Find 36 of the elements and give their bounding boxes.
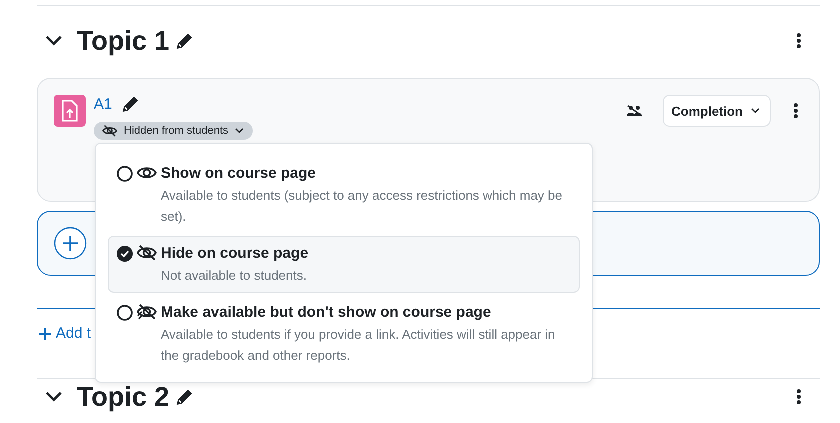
- activity-link[interactable]: A1: [94, 96, 112, 112]
- visibility-option[interactable]: Hide on course page Not available to students.: [108, 236, 580, 293]
- group-icon[interactable]: [626, 105, 642, 117]
- option-title: Show on course page: [161, 164, 318, 184]
- chevron-icon[interactable]: [45, 391, 63, 403]
- more-options-icon[interactable]: [793, 103, 799, 119]
- caret-icon: [234, 128, 244, 134]
- chevron-icon[interactable]: [45, 35, 63, 47]
- pencil-icon[interactable]: [122, 96, 140, 112]
- completion-dropdown[interactable]: Completion: [662, 95, 771, 127]
- option-title: Make available but don't show on course page: [161, 303, 492, 323]
- option-title: Hide on course page: [161, 244, 309, 264]
- radio-button[interactable]: [117, 166, 133, 182]
- add-topic-link[interactable]: Add t: [39, 325, 92, 342]
- file-upload-icon: [54, 95, 86, 127]
- option-description: Available to students (subject to any access restrictions which may be set).: [161, 187, 564, 226]
- visibility-option[interactable]: Make available but don't show on course page Available to students if you provide a link. Activities will still appear in the gradebook and other reports.: [108, 295, 580, 373]
- eye-slash-icon: [137, 245, 157, 261]
- visibility-option[interactable]: Show on course page Available to students (subject to any access restrictions which may be set).: [108, 156, 580, 234]
- pencil-icon[interactable]: [176, 32, 193, 50]
- topic-title: Topic 1: [77, 26, 170, 56]
- pencil-icon[interactable]: [176, 388, 193, 406]
- option-description: Not available to students.: [161, 267, 308, 285]
- more-options-icon[interactable]: [796, 33, 802, 49]
- option-description: Available to students if you provide a link. Activities will still appear in the gradebook and other reports.: [161, 326, 556, 365]
- eye-icon: [137, 165, 157, 181]
- plus-icon: [39, 328, 51, 340]
- check-radio[interactable]: [117, 246, 133, 262]
- add-activity-icon[interactable]: [54, 227, 87, 260]
- eye-slash-icon: [137, 304, 157, 320]
- more-options-icon[interactable]: [796, 389, 802, 405]
- eye-slash-icon: [102, 125, 118, 137]
- radio-button[interactable]: [117, 305, 133, 321]
- topic-title: Topic 2: [77, 382, 170, 412]
- caret-icon: [751, 108, 760, 114]
- visibility-badge[interactable]: Hidden from students: [94, 122, 253, 140]
